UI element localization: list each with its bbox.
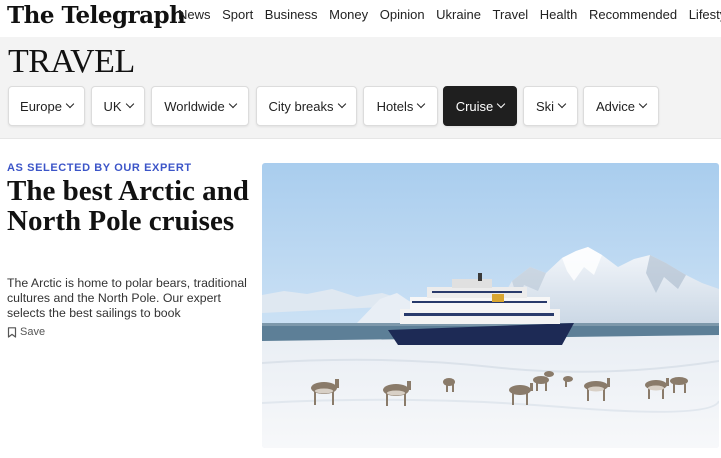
- nav-sport[interactable]: Sport: [222, 0, 253, 37]
- chevron-down-icon: [417, 99, 426, 109]
- chip-label: City breaks: [268, 98, 334, 114]
- chip-label: Hotels: [376, 98, 414, 114]
- chevron-down-icon: [65, 99, 75, 109]
- chip-europe[interactable]: Europe: [8, 86, 85, 126]
- nav-lifestyle[interactable]: Lifestyle: [689, 0, 721, 37]
- article-kicker: AS SELECTED BY OUR EXPERT: [7, 162, 192, 174]
- article-headline[interactable]: The best Arctic and North Pole cruises: [7, 176, 257, 236]
- nav-news[interactable]: News: [178, 0, 211, 37]
- arctic-cruise-photo: [262, 163, 719, 448]
- chip-uk[interactable]: UK: [91, 86, 145, 126]
- nav-health[interactable]: Health: [540, 0, 578, 37]
- chip-cruise[interactable]: Cruise: [443, 86, 517, 126]
- chevron-down-icon: [337, 99, 346, 109]
- chevron-down-icon: [497, 99, 506, 109]
- chevron-down-icon: [557, 99, 567, 109]
- hero-image[interactable]: [262, 163, 719, 448]
- nav-recommended[interactable]: Recommended: [589, 0, 677, 37]
- nav-opinion[interactable]: Opinion: [380, 0, 425, 37]
- site-logo[interactable]: The Telegraph: [7, 2, 186, 29]
- main-nav: News Sport Business Money Opinion Ukrain…: [178, 0, 721, 43]
- chip-hotels[interactable]: Hotels: [363, 86, 438, 126]
- nav-money[interactable]: Money: [329, 0, 368, 37]
- chevron-down-icon: [638, 99, 648, 109]
- chip-label: Worldwide: [164, 98, 225, 114]
- chip-worldwide[interactable]: Worldwide: [151, 86, 249, 126]
- chip-ski[interactable]: Ski: [523, 86, 578, 126]
- save-button[interactable]: Save: [7, 326, 45, 338]
- chip-label: Europe: [20, 98, 62, 114]
- nav-ukraine[interactable]: Ukraine: [436, 0, 481, 37]
- section-header: TRAVEL Europe UK Worldwide City breaks H…: [0, 37, 721, 139]
- top-bar: The Telegraph News Sport Business Money …: [0, 0, 721, 43]
- section-title[interactable]: TRAVEL: [8, 43, 135, 81]
- chip-label: Cruise: [455, 98, 494, 114]
- save-label: Save: [20, 326, 46, 338]
- chip-label: Ski: [535, 98, 555, 114]
- bookmark-icon: [7, 326, 17, 338]
- chevron-down-icon: [125, 99, 134, 109]
- nav-travel[interactable]: Travel: [492, 0, 528, 43]
- chip-city-breaks[interactable]: City breaks: [256, 86, 357, 126]
- article-standfirst: The Arctic is home to polar bears, tradi…: [7, 276, 247, 320]
- chevron-down-icon: [228, 99, 237, 109]
- nav-business[interactable]: Business: [265, 0, 318, 37]
- chip-label: Advice: [595, 98, 636, 114]
- chip-advice[interactable]: Advice: [583, 86, 659, 126]
- chip-label: UK: [103, 98, 122, 114]
